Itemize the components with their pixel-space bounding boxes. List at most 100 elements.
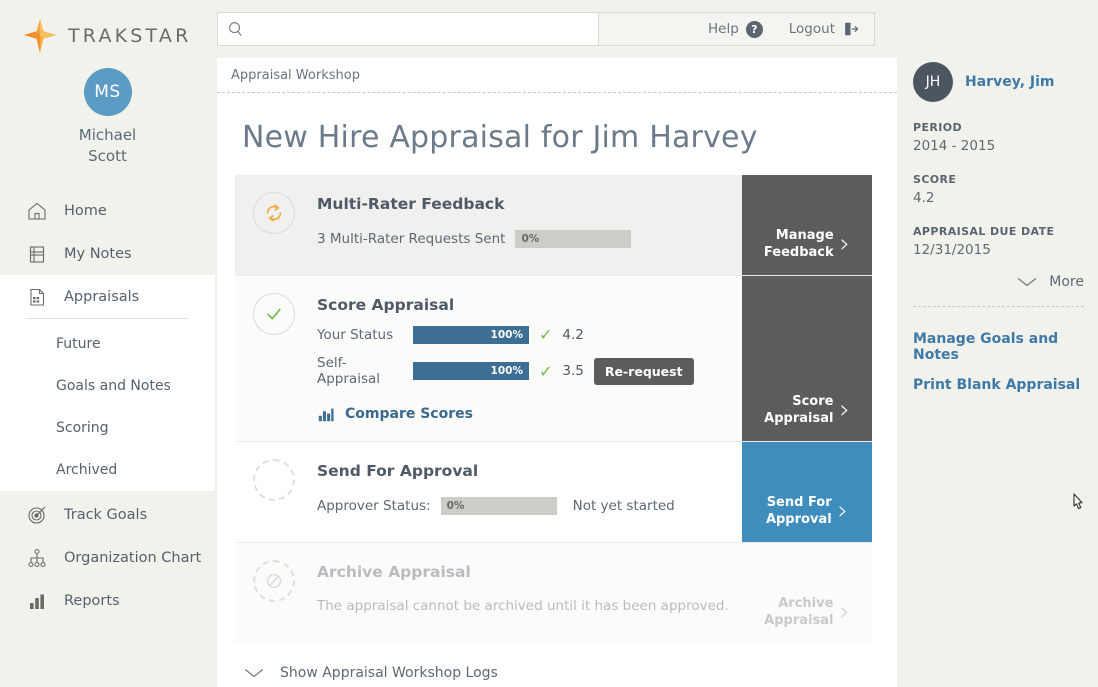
field-label: PERIOD (913, 121, 1084, 134)
show-logs-toggle[interactable]: Show Appraisal Workshop Logs (242, 665, 897, 681)
empty-dashed-circle-icon (253, 459, 295, 501)
search-input[interactable] (251, 14, 590, 44)
bar-chart-icon (317, 405, 335, 423)
sidebar-item-label: My Notes (64, 246, 132, 262)
right-panel: JH Harvey, Jim PERIOD 2014 - 2015 SCORE … (897, 0, 1098, 687)
manage-goals-and-notes-link[interactable]: Manage Goals and Notes (913, 331, 1084, 363)
sidebar-item-label: Reports (64, 593, 120, 609)
action-label-line1: Archive (764, 595, 833, 612)
sidebar-item-my-notes[interactable]: My Notes (0, 232, 215, 275)
progress-label: 0% (447, 500, 465, 512)
sidebar-group-appraisals: Appraisals Future Goals and Notes Scorin… (0, 275, 215, 491)
chevron-down-icon (1015, 275, 1039, 289)
sparkle-star-icon (22, 18, 58, 54)
action-label-line1: Manage (764, 227, 834, 244)
logout-button[interactable]: Logout (789, 20, 860, 38)
check-circle-icon (253, 293, 295, 335)
step-multi-rater-feedback: Multi-Rater Feedback 3 Multi-Rater Reque… (235, 175, 872, 276)
action-label-line1: Send For (766, 494, 832, 511)
sidebar-item-scoring[interactable]: Scoring (0, 407, 215, 449)
progress-bar: 0% (441, 497, 557, 515)
progress-label: 100% (491, 329, 523, 341)
panel-divider (913, 306, 1084, 307)
sidebar-item-future[interactable]: Future (0, 323, 215, 365)
field-period: PERIOD 2014 - 2015 (913, 121, 1084, 154)
step-content: Score Appraisal Your Status 100% ✓ 4.2 S (295, 276, 742, 441)
header-actions: Help ? Logout (599, 12, 875, 46)
row-label: Your Status (317, 327, 403, 343)
sidebar-nav: Home My Notes (0, 189, 215, 622)
home-icon (26, 200, 48, 222)
field-value: 2014 - 2015 (913, 138, 1084, 154)
progress-label: 0% (521, 233, 539, 245)
step-content: Archive Appraisal The appraisal cannot b… (295, 543, 742, 643)
compare-scores-link[interactable]: Compare Scores (317, 405, 742, 423)
sidebar-item-track-goals[interactable]: Track Goals (0, 493, 215, 536)
help-label: Help (708, 21, 739, 37)
sidebar-divider (26, 318, 189, 319)
sidebar-sub-label: Scoring (56, 420, 109, 436)
more-toggle[interactable]: More (913, 274, 1084, 290)
field-value: 4.2 (913, 190, 1084, 206)
sidebar-sub-label: Goals and Notes (56, 378, 171, 394)
avatar[interactable]: JH (913, 62, 953, 102)
step-archive-appraisal: Archive Appraisal The appraisal cannot b… (235, 543, 872, 643)
user-profile: MS Michael Scott (0, 68, 215, 167)
manage-feedback-button[interactable]: Manage Feedback › (742, 175, 872, 275)
profile-first-name: Michael (0, 125, 215, 146)
approver-status-value: Not yet started (573, 498, 675, 514)
chevron-down-icon (242, 666, 266, 680)
avatar[interactable]: MS (84, 68, 132, 116)
help-button[interactable]: Help ? (708, 21, 763, 38)
progress-bar: 100% (413, 362, 529, 380)
compare-scores-label: Compare Scores (345, 406, 473, 422)
main-area: Help ? Logout Appraisal Workshop (215, 0, 897, 687)
appraisal-document-icon (26, 286, 48, 308)
progress-label: 100% (491, 365, 523, 377)
field-label: SCORE (913, 173, 1084, 186)
re-request-button[interactable]: Re-request (594, 358, 694, 385)
score-appraisal-button[interactable]: Score Appraisal › (742, 276, 872, 441)
approver-status-label: Approver Status: (317, 498, 431, 514)
progress-bar: 100% (413, 326, 529, 344)
sidebar-item-reports[interactable]: Reports (0, 579, 215, 622)
check-icon: ✓ (539, 325, 552, 344)
field-score: SCORE 4.2 (913, 173, 1084, 206)
sidebar-item-archived[interactable]: Archived (0, 449, 215, 491)
question-mark-icon: ? (746, 21, 763, 38)
sidebar-item-label: Appraisals (64, 289, 139, 305)
sidebar-item-organization-chart[interactable]: Organization Chart (0, 536, 215, 579)
archive-appraisal-button: Archive Appraisal › (742, 543, 872, 643)
logout-label: Logout (789, 21, 835, 37)
step-content: Multi-Rater Feedback 3 Multi-Rater Reque… (295, 175, 742, 275)
score-value: 4.2 (562, 327, 583, 343)
step-list: Multi-Rater Feedback 3 Multi-Rater Reque… (235, 175, 872, 643)
print-blank-appraisal-link[interactable]: Print Blank Appraisal (913, 377, 1084, 393)
show-logs-label: Show Appraisal Workshop Logs (280, 665, 498, 681)
chevron-right-icon: › (839, 601, 849, 623)
action-label: Manage Feedback › (764, 227, 850, 261)
brand-logo[interactable]: TRAKSTAR (0, 0, 215, 58)
sidebar-item-appraisals[interactable]: Appraisals (0, 275, 215, 318)
notebook-icon (26, 243, 48, 265)
sync-circle-icon (253, 192, 295, 234)
send-for-approval-button[interactable]: Send For Approval › (742, 442, 872, 542)
sidebar-item-home[interactable]: Home (0, 189, 215, 232)
action-label: Archive Appraisal › (764, 595, 850, 629)
action-label-line2: Appraisal (764, 612, 833, 629)
field-value: 12/31/2015 (913, 242, 1084, 258)
sidebar-item-goals-and-notes[interactable]: Goals and Notes (0, 365, 215, 407)
tab-appraisal-workshop[interactable]: Appraisal Workshop (217, 58, 897, 93)
chevron-right-icon: › (838, 500, 848, 522)
org-chart-icon (26, 547, 48, 569)
action-label-line2: Approval (766, 511, 832, 528)
bar-chart-icon (26, 590, 48, 612)
action-label: Score Appraisal › (764, 393, 850, 427)
search-box[interactable] (217, 12, 599, 46)
action-label-line2: Feedback (764, 244, 834, 261)
progress-bar: 0% (515, 230, 631, 248)
prohibited-circle-icon (253, 560, 295, 602)
action-label: Send For Approval › (766, 494, 848, 528)
sidebar: TRAKSTAR MS Michael Scott Home (0, 0, 215, 687)
employee-name-link[interactable]: Harvey, Jim (965, 74, 1055, 90)
